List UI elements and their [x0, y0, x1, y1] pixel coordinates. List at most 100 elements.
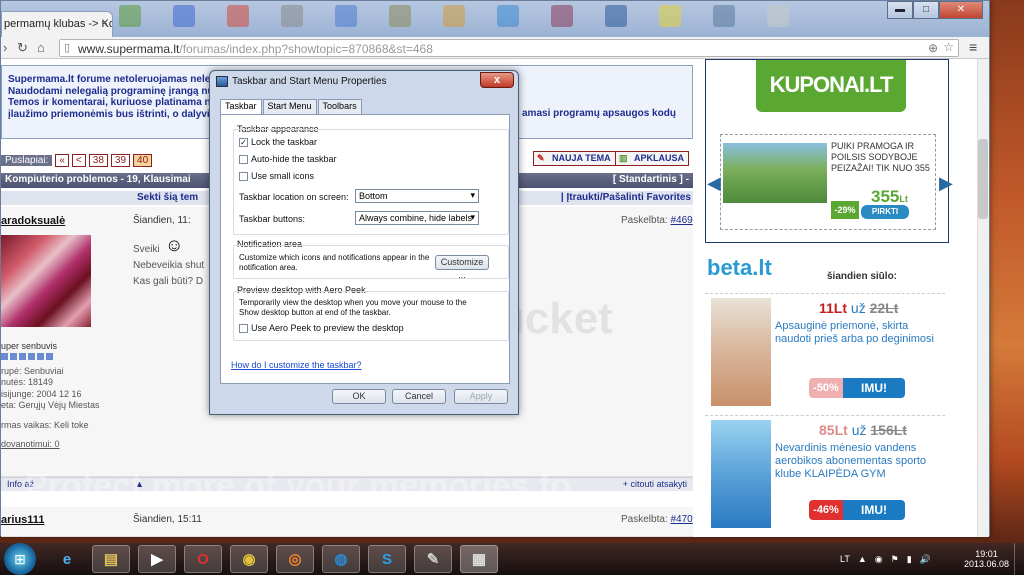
buttons-label: Taskbar buttons: [239, 214, 306, 224]
deal-buy-button[interactable]: -46% IMU! [809, 500, 905, 520]
paint-icon[interactable]: ✎ [414, 545, 452, 573]
kuponai-discount: -29% [831, 201, 859, 219]
deal-card[interactable]: 85Lt už 156Lt Nevardinis mėnesio vandens… [705, 415, 945, 537]
chrome-icon[interactable]: ◉ [230, 545, 268, 573]
poll-button[interactable]: ▥ APKLAUSA [615, 151, 690, 166]
start-button[interactable]: ⊞ [4, 543, 36, 575]
home-icon[interactable]: ⌂ [37, 40, 45, 55]
tray-app-icon[interactable]: ◉ [875, 554, 883, 565]
volume-icon[interactable]: 🔊 [920, 554, 931, 565]
customize-button[interactable]: Customize ... [435, 255, 489, 280]
pager-page[interactable]: 39 [110, 153, 131, 167]
user-info-link[interactable]: dovanotimui: 0 [1, 439, 100, 451]
dell-icon[interactable]: ◍ [322, 545, 360, 573]
file-explorer-icon[interactable]: ▤ [92, 545, 130, 573]
skype-icon[interactable]: S [368, 545, 406, 573]
opera-icon[interactable]: O [184, 545, 222, 573]
action-center-icon[interactable]: ⚑ [891, 554, 899, 565]
notice-continuation: amasi programų apsaugos kodų [522, 108, 676, 119]
ok-button[interactable]: OK [332, 389, 386, 404]
tab-taskbar[interactable]: Taskbar [220, 99, 262, 115]
pager-first[interactable]: « [55, 153, 69, 167]
page-scrollbar[interactable] [977, 59, 989, 537]
view-mode-link[interactable]: [ Standartinis ] - [613, 174, 689, 185]
browser-tab[interactable]: permamų klubas -> Ko × [1, 11, 113, 37]
lock-taskbar-checkbox[interactable]: ✓ Lock the taskbar [239, 137, 317, 147]
checkbox-icon [239, 323, 248, 333]
autohide-label: Auto-hide the taskbar [251, 154, 337, 164]
control-panel-icon[interactable]: ▦ [460, 545, 498, 573]
post-ref-label: Paskelbta: [621, 215, 668, 226]
menu-icon[interactable]: ≡ [969, 39, 977, 55]
internet-explorer-icon[interactable]: e [48, 545, 86, 573]
kuponai-ad[interactable]: KUPONAI.LT PUIKI PRAMOGA IR POILSIS SODY… [705, 59, 949, 243]
aero-peek-label: Use Aero Peek to preview the desktop [251, 323, 404, 333]
taskbar-clock[interactable]: 19:01 2013.06.08 [964, 549, 1009, 569]
deal-card[interactable]: 11Lt už 22Lt Apsauginė priemonė, skirta … [705, 293, 945, 415]
beta-logo[interactable]: beta.lt [707, 255, 772, 281]
buttons-select[interactable]: Always combine, hide labels [355, 211, 479, 225]
tray-expand-icon[interactable]: ▲ [858, 554, 867, 564]
offer-line: POILSIS SODYBOJE [831, 152, 918, 162]
app-icon [713, 5, 735, 27]
post-author[interactable]: aradoksualė [1, 215, 65, 227]
language-indicator[interactable]: LT [840, 554, 850, 564]
offer-line: PUIKI PRAMOGA IR [831, 141, 915, 151]
deal-price-old: 22Lt [869, 300, 899, 316]
post-ref-number[interactable]: #469 [670, 215, 692, 226]
checkbox-checked-icon: ✓ [239, 137, 248, 147]
deal-price-new: 85Lt [819, 422, 848, 438]
new-topic-button[interactable]: ✎ NAUJA TEMA [533, 151, 616, 166]
autohide-checkbox[interactable]: Auto-hide the taskbar [239, 154, 337, 164]
firefox-icon[interactable]: ◎ [276, 545, 314, 573]
battery-icon[interactable]: ▮ [907, 554, 912, 565]
maximize-button[interactable]: □ [913, 1, 939, 19]
checkbox-icon [239, 154, 248, 164]
aero-peek-checkbox[interactable]: Use Aero Peek to preview the desktop [239, 323, 404, 333]
notification-text: Customize which icons and notifications … [239, 253, 430, 272]
kuponai-logo: KUPONAI.LT [756, 60, 906, 112]
tab-toolbars[interactable]: Toolbars [317, 99, 362, 114]
carousel-next-icon[interactable]: ▶ [939, 173, 953, 194]
address-bar[interactable]: ▯ www.supermama.lt/forumas/index.php?sho… [59, 39, 959, 57]
media-player-icon[interactable]: ▶ [138, 545, 176, 573]
new-topic-icon: ✎ [537, 153, 545, 163]
location-select[interactable]: Bottom [355, 189, 479, 203]
carousel-prev-icon[interactable]: ◀ [707, 173, 721, 194]
show-desktop-button[interactable] [1014, 543, 1024, 575]
zoom-icon[interactable]: ⊕ [928, 41, 938, 55]
post-info-link[interactable]: Info až [7, 479, 34, 489]
deal-description: Apsauginė priemonė, skirta naudoti prieš… [775, 320, 934, 345]
forward-icon[interactable]: › [3, 40, 7, 55]
post-up-icon[interactable]: ▲ [135, 479, 144, 489]
kuponai-price: 355Lt [871, 187, 908, 207]
help-link[interactable]: How do I customize the taskbar? [231, 360, 362, 370]
bookmark-star-icon[interactable]: ☆ [943, 40, 954, 54]
post-actions[interactable]: + citouti atsakyti [623, 479, 687, 489]
follow-topic-link[interactable]: Sekti šią tem [137, 192, 198, 203]
deal-buy-button[interactable]: -50% IMU! [809, 378, 905, 398]
kuponai-offer-text: PUIKI PRAMOGA IR POILSIS SODYBOJE PEIZAŽ… [831, 141, 930, 174]
post-author[interactable]: arius111 [1, 514, 44, 526]
dialog-close-button[interactable]: x [480, 72, 514, 88]
cancel-button[interactable]: Cancel [392, 389, 446, 404]
post-footer: Info až ▲ + citouti atsakyti [1, 477, 693, 491]
pager-page[interactable]: 38 [88, 153, 108, 167]
app-icon [389, 5, 411, 27]
browser-titlebar: permamų klubas -> Ko × ▬ □ ✕ [1, 1, 989, 37]
post-text-line: Nebeveikia shut [133, 260, 205, 271]
tab-start-menu[interactable]: Start Menu [262, 99, 317, 114]
post-ref-number[interactable]: #470 [670, 514, 692, 525]
tab-close-icon[interactable]: × [102, 17, 108, 29]
small-icons-checkbox[interactable]: Use small icons [239, 171, 314, 181]
minimize-button[interactable]: ▬ [887, 1, 913, 19]
price-value: 355 [871, 187, 900, 206]
scrollbar-thumb[interactable] [978, 139, 988, 219]
poll-icon: ▥ [619, 153, 628, 163]
kuponai-buy-button[interactable]: PIRKTI [861, 205, 909, 219]
close-button[interactable]: ✕ [939, 1, 983, 19]
pager-prev[interactable]: < [71, 153, 86, 167]
url-path: /forumas/index.php?showtopic=870868&st=4… [179, 42, 433, 56]
favorites-link[interactable]: | Įtraukti/Pašalinti Favorites [561, 192, 691, 203]
reload-icon[interactable]: ↻ [17, 40, 28, 56]
